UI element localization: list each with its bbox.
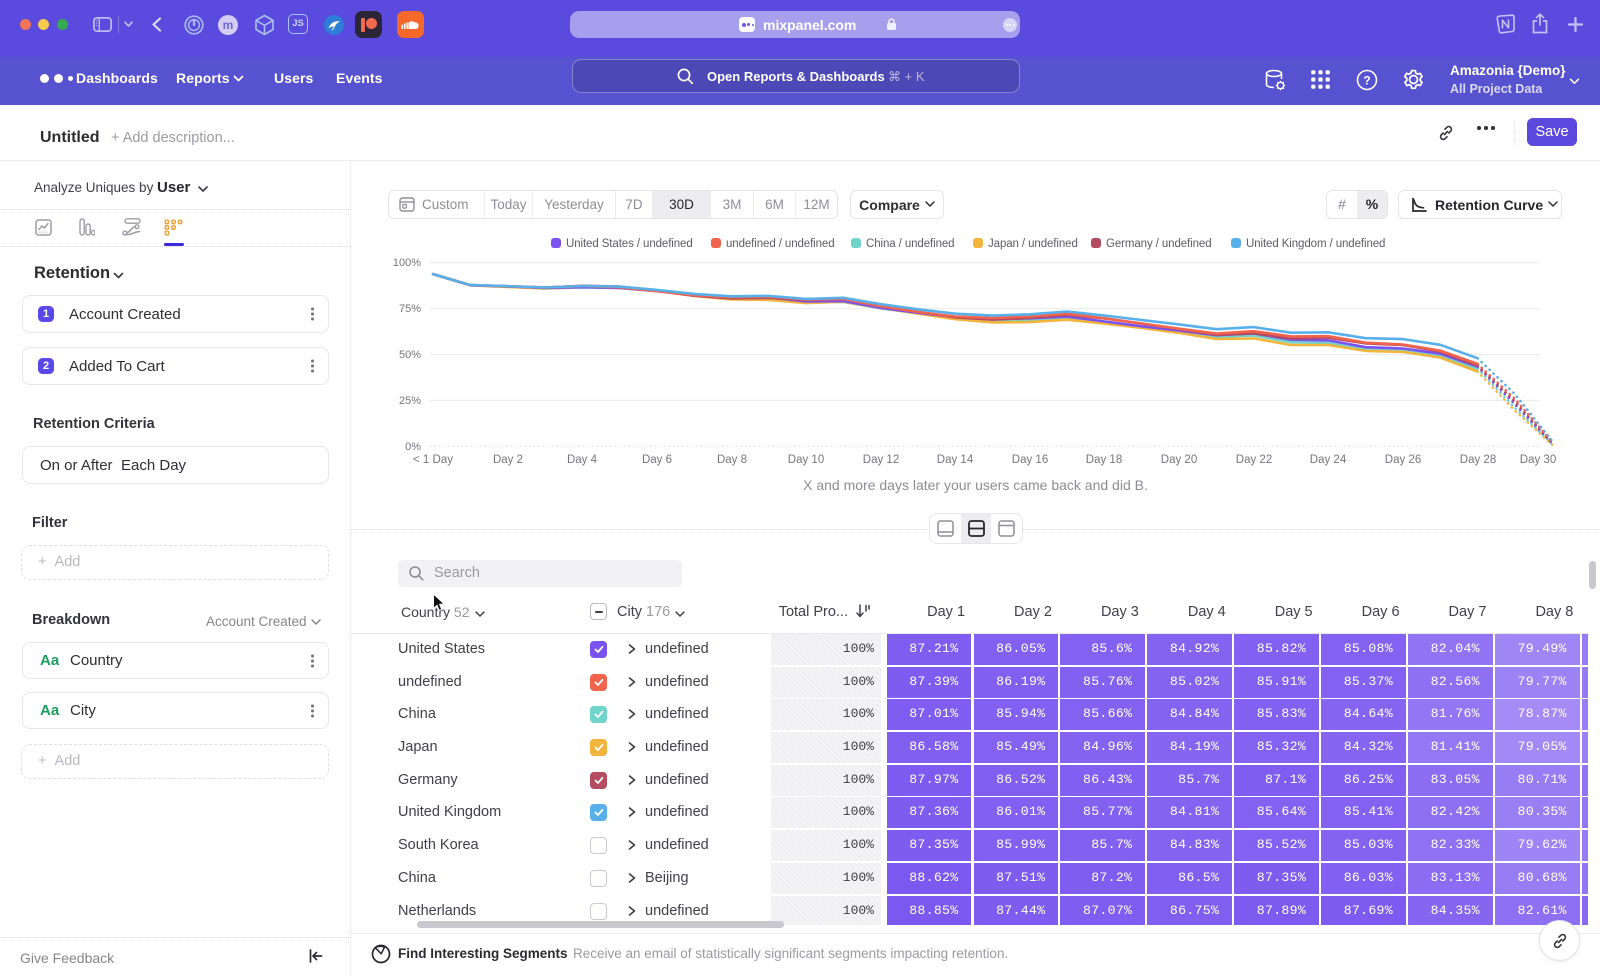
svg-text:?: ? (1363, 73, 1370, 87)
